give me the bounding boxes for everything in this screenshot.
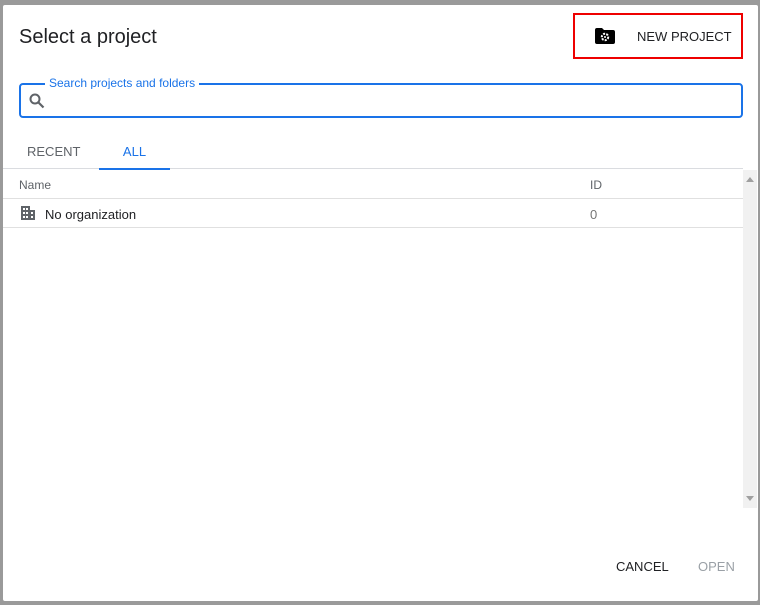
tab-all[interactable]: ALL (99, 144, 170, 170)
select-project-dialog: Select a project NEW PROJECT Search proj… (3, 5, 758, 601)
new-project-label: NEW PROJECT (637, 28, 732, 44)
row-name: No organization (45, 207, 137, 222)
building-icon (21, 206, 35, 223)
new-project-button[interactable]: NEW PROJECT (573, 13, 743, 59)
cancel-button[interactable]: CANCEL (616, 559, 669, 574)
column-header-id[interactable]: ID (590, 178, 602, 192)
search-input[interactable] (53, 89, 733, 113)
column-header-name[interactable]: Name (19, 178, 51, 192)
scrollbar[interactable] (743, 170, 757, 508)
scroll-up-arrow-icon[interactable] (746, 177, 754, 182)
projects-table: Name ID No organization 0 (3, 170, 743, 228)
dialog-title: Select a project (19, 26, 157, 48)
search-field[interactable]: Search projects and folders (19, 76, 743, 118)
open-button[interactable]: OPEN (698, 559, 735, 574)
search-label: Search projects and folders (45, 76, 200, 90)
row-id: 0 (590, 207, 598, 222)
folder-settings-icon (595, 28, 615, 44)
table-row[interactable]: No organization 0 (3, 199, 743, 228)
table-header: Name ID (3, 170, 743, 199)
tab-bar: RECENT ALL (3, 139, 743, 170)
tab-recent[interactable]: RECENT (27, 144, 80, 159)
scroll-down-arrow-icon[interactable] (746, 496, 754, 501)
search-icon (29, 93, 45, 114)
